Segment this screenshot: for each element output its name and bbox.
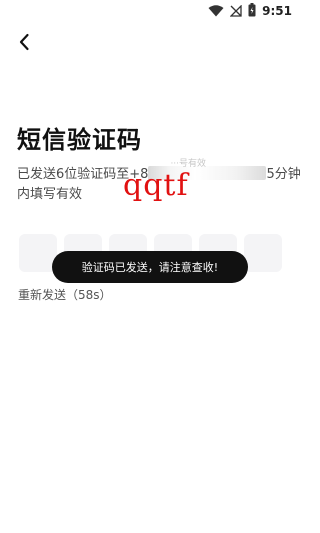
- sms-verification-screen: 9:51 短信验证码 已发送6位验证码至+8 ···号有效 5分钟 内填写有效 qq…: [0, 0, 301, 533]
- page-title: 短信验证码: [17, 126, 142, 154]
- masked-phone-number: ···号有效: [148, 159, 267, 180]
- signal-icon: [229, 2, 242, 21]
- masked-phone-ghost-text: ···号有效: [170, 159, 207, 169]
- wifi-icon: [208, 2, 224, 21]
- sms-info-line-2: 内填写有效: [17, 187, 83, 202]
- sms-info-line-1: 已发送6位验证码至+8 ···号有效 5分钟: [17, 159, 301, 185]
- sms-info-prefix: 已发送6位验证码至+8: [17, 167, 149, 182]
- back-button[interactable]: [12, 32, 36, 56]
- sms-info-suffix: 5分钟: [266, 167, 301, 182]
- chevron-left-icon: [18, 33, 30, 55]
- status-time: 9:51: [262, 4, 292, 18]
- toast-message: 验证码已发送，请注意查收!: [81, 261, 219, 274]
- toast: 验证码已发送，请注意查收!: [52, 251, 248, 283]
- battery-icon: [248, 2, 256, 21]
- status-icons: 9:51: [208, 2, 292, 21]
- status-bar: 9:51: [0, 0, 300, 22]
- sms-info-text: 已发送6位验证码至+8 ···号有效 5分钟 内填写有效: [17, 159, 301, 205]
- code-input-box[interactable]: [244, 234, 282, 272]
- resend-button[interactable]: 重新发送（58s）: [18, 286, 112, 303]
